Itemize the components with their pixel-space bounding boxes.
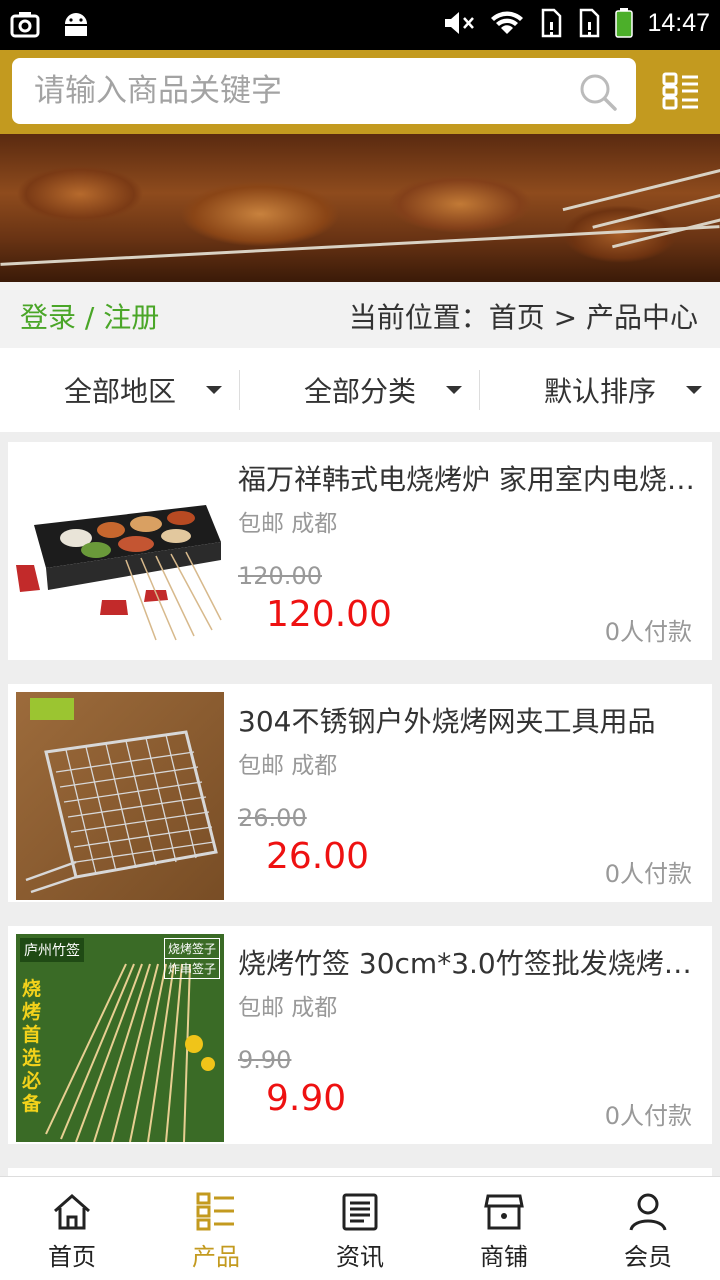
sim1-icon <box>542 8 562 38</box>
thumb-tag2: 炸串签子 <box>163 958 220 979</box>
filter-bar: 全部地区 全部分类 默认排序 <box>0 348 720 432</box>
sim2-icon <box>580 8 600 38</box>
product-image[interactable]: 庐州竹签 烧烤签子 炸串签子 烧烤首选必备 <box>16 934 224 1142</box>
product-original-price: 9.90 <box>238 1046 292 1074</box>
category-menu-icon[interactable] <box>662 72 700 110</box>
product-original-price: 26.00 <box>238 804 307 832</box>
mute-icon <box>445 12 475 34</box>
battery-icon <box>615 8 634 38</box>
status-bar: 14:47 <box>0 0 720 50</box>
product-paid-count: 0人付款 <box>604 860 692 888</box>
product-title[interactable]: 福万祥韩式电烧烤炉 家用室内电烧烤炉 <box>238 458 698 498</box>
product-price: 26.00 <box>266 836 370 877</box>
nav-store-label: 商铺 <box>480 1243 528 1271</box>
nav-home[interactable]: 首页 <box>0 1177 144 1280</box>
product-tags: 包邮 成都 <box>238 753 338 779</box>
android-icon <box>65 13 87 36</box>
nav-products-label: 产品 <box>192 1243 240 1271</box>
product-tags: 包邮 成都 <box>238 995 338 1021</box>
filter-sort[interactable]: 默认排序 <box>480 348 720 432</box>
caret-down-icon <box>206 386 222 394</box>
user-icon <box>629 1193 667 1231</box>
banner-image[interactable] <box>0 134 720 282</box>
status-time: 14:47 <box>647 8 710 37</box>
news-icon <box>342 1193 378 1231</box>
screenshot-icon <box>10 12 40 38</box>
product-price: 9.90 <box>266 1078 347 1119</box>
product-tags: 包邮 成都 <box>238 511 338 537</box>
filter-category[interactable]: 全部分类 <box>240 348 480 432</box>
product-title[interactable]: 304不锈钢户外烧烤网夹工具用品 <box>238 700 698 740</box>
product-paid-count: 0人付款 <box>604 1102 692 1130</box>
login-register-link[interactable]: 登录 / 注册 <box>20 296 159 336</box>
nav-store[interactable]: 商铺 <box>432 1177 576 1280</box>
search-input[interactable] <box>12 58 572 124</box>
filter-category-label: 全部分类 <box>303 375 416 408</box>
bottom-nav: 首页 产品 资讯 商铺 会员 <box>0 1176 720 1280</box>
product-title[interactable]: 烧烤竹签 30cm*3.0竹签批发烧烤签子 <box>238 942 698 982</box>
nav-news[interactable]: 资讯 <box>288 1177 432 1280</box>
nav-member[interactable]: 会员 <box>576 1177 720 1280</box>
product-card[interactable]: 福万祥韩式电烧烤炉 家用室内电烧烤炉 包邮 成都 120.00 120.00 0… <box>8 442 712 660</box>
search-box[interactable] <box>12 58 636 124</box>
nav-news-label: 资讯 <box>336 1243 384 1271</box>
product-card[interactable]: 304不锈钢户外烧烤网夹工具用品 包邮 成都 26.00 26.00 0人付款 <box>8 684 712 902</box>
product-paid-count: 0人付款 <box>604 618 692 646</box>
nav-member-label: 会员 <box>624 1243 672 1271</box>
filter-region-label: 全部地区 <box>63 375 176 408</box>
filter-region[interactable]: 全部地区 <box>0 348 240 432</box>
breadcrumb: 当前位置：首页 > 产品中心 <box>348 301 698 334</box>
product-card[interactable]: 庐州竹签 烧烤签子 炸串签子 烧烤首选必备 烧烤竹签 30cm*3.0竹签批发烧… <box>8 926 712 1144</box>
wifi-icon <box>491 11 524 34</box>
caret-down-icon <box>686 386 702 394</box>
product-list-icon <box>196 1192 234 1231</box>
product-image[interactable] <box>16 450 224 658</box>
filter-sort-label: 默认排序 <box>543 375 656 408</box>
nav-products[interactable]: 产品 <box>144 1177 288 1280</box>
thumb-brand-label: 庐州竹签 <box>20 938 84 962</box>
location-bar: 登录 / 注册 当前位置：首页 > 产品中心 <box>0 282 720 348</box>
product-original-price: 120.00 <box>238 562 322 590</box>
nav-home-label: 首页 <box>48 1243 96 1271</box>
caret-down-icon <box>446 386 462 394</box>
thumb-tag1: 烧烤签子 <box>163 938 220 959</box>
product-image[interactable] <box>16 692 224 900</box>
store-icon <box>484 1194 524 1230</box>
search-icon[interactable] <box>578 72 618 112</box>
thumb-vertical-label: 烧烤首选必备 <box>22 978 42 1115</box>
header <box>0 50 720 134</box>
product-price: 120.00 <box>266 594 392 635</box>
home-icon <box>54 1193 90 1230</box>
